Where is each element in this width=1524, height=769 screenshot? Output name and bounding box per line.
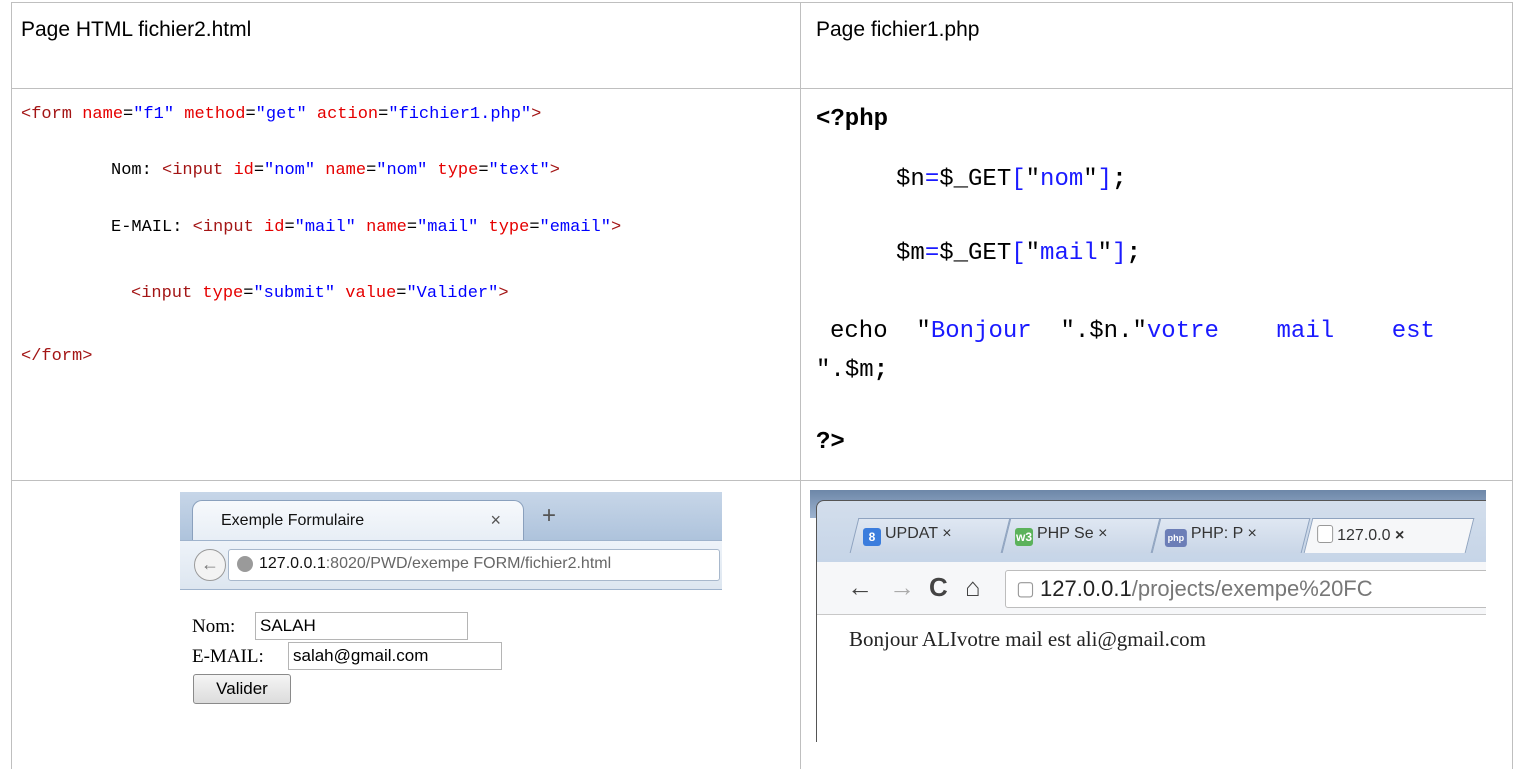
tab-strip: 8 UPDAT × w3 PHP Se × php PHP: P × 127.0.0 … (810, 490, 1486, 553)
globe-icon (237, 556, 253, 572)
close-icon[interactable]: × (1098, 525, 1107, 542)
table-border-top (11, 2, 1513, 3)
back-arrow-icon[interactable]: ← (847, 572, 873, 603)
page-content: Bonjour ALIvotre mail est ali@gmail.com (817, 615, 1486, 742)
table-column-divider (800, 2, 801, 769)
right-column-header: Page fichier1.php (816, 18, 980, 41)
back-arrow-icon[interactable]: ← (194, 549, 226, 581)
page-icon: ▢ (1016, 578, 1035, 600)
home-icon[interactable]: ⌂ (965, 572, 981, 603)
new-tab-icon[interactable]: + (542, 502, 556, 530)
address-bar[interactable]: ▢ 127.0.0.1/projects/exempe%20FC (1005, 570, 1486, 608)
html-code-line-submit-input: <input type="submit" value="Valider"> (131, 284, 509, 303)
tab-php-p[interactable]: php PHP: P × (1151, 518, 1311, 553)
w3schools-favicon-icon: w3 (1015, 528, 1033, 546)
navigation-bar: ← → C ⌂ ▢ 127.0.0.1/projects/exempe%20FC (817, 562, 1486, 615)
close-icon[interactable]: × (942, 525, 951, 542)
document-table: Page HTML fichier2.html Page fichier1.ph… (0, 0, 1524, 769)
email-input[interactable]: salah@gmail.com (288, 642, 502, 670)
tab-title: Exemple Formulaire (221, 512, 365, 529)
php-output-text: Bonjour ALIvotre mail est ali@gmail.com (849, 627, 1207, 651)
nom-label: Nom: (192, 616, 236, 637)
valider-button[interactable]: Valider (193, 674, 291, 704)
table-row-divider-1 (11, 88, 1513, 89)
php-favicon-icon: php (1164, 529, 1187, 547)
html-code-line-form-open: <form name="f1" method="get" action="fic… (21, 105, 542, 124)
php-close-tag: ?> (816, 429, 845, 456)
table-border-left (11, 2, 12, 769)
nom-input[interactable]: SALAH (255, 612, 468, 640)
close-icon[interactable]: × (1248, 525, 1257, 542)
html-code-line-mail-input: E-MAIL: <input id="mail" name="mail" typ… (111, 218, 622, 237)
php-line-n: $n=$_GET["nom"]; (896, 166, 1127, 193)
result-browser-screenshot: 8 UPDAT × w3 PHP Se × php PHP: P × 127.0.0 … (810, 490, 1486, 742)
navigation-bar: ← 127.0.0.1:8020/PWD/exempe FORM/fichier… (180, 540, 722, 590)
form-browser-screenshot: Exemple Formulaire × + ← 127.0.0.1:8020/… (180, 492, 722, 722)
reload-icon[interactable]: C (929, 572, 948, 603)
left-column-header: Page HTML fichier2.html (21, 18, 252, 41)
php-echo-line-cont: ".$m; (816, 357, 889, 384)
forward-arrow-icon[interactable]: → (889, 572, 915, 603)
html-code-line-nom-input: Nom: <input id="nom" name="nom" type="te… (111, 161, 560, 180)
address-bar[interactable]: 127.0.0.1:8020/PWD/exempe FORM/fichier2.… (228, 549, 720, 581)
php-echo-line: echo "Bonjour ".$n."votre mail est (830, 318, 1435, 345)
page-icon (1317, 525, 1334, 543)
tab-strip: Exemple Formulaire × + (180, 492, 722, 543)
address-text: 127.0.0.1:8020/PWD/exempe FORM/fichier2.… (259, 555, 612, 572)
email-label: E-MAIL: (192, 646, 264, 667)
tab-updat[interactable]: 8 UPDAT × (849, 518, 1011, 553)
tab-127-0-0-active[interactable]: 127.0.0 × (1303, 518, 1475, 553)
tab-php-se[interactable]: w3 PHP Se × (1001, 518, 1161, 553)
html-code-line-form-close: </form> (21, 347, 93, 366)
tab-exemple-formulaire[interactable]: Exemple Formulaire × (192, 500, 524, 543)
google-plus-favicon-icon: 8 (863, 528, 881, 546)
close-icon[interactable]: × (1395, 527, 1404, 544)
php-line-m: $m=$_GET["mail"]; (896, 240, 1141, 267)
close-icon[interactable]: × (490, 510, 501, 531)
address-text: 127.0.0.1/projects/exempe%20FC (1040, 576, 1373, 601)
php-open-tag: <?php (816, 106, 889, 133)
table-row-divider-2 (11, 480, 1513, 481)
table-border-right (1512, 2, 1513, 769)
